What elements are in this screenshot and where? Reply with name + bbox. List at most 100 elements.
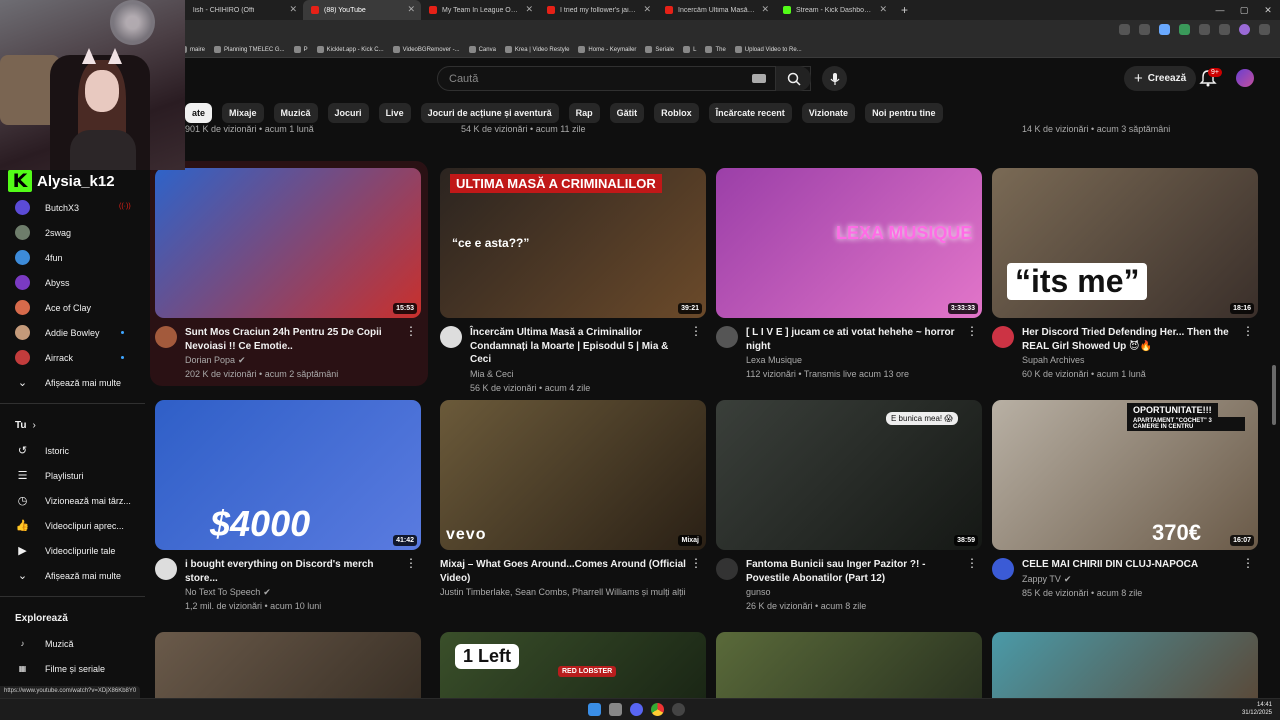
sidebar-item[interactable]: ◷ Vizionează mai târz... [0,488,145,513]
close-tab-icon[interactable]: ✕ [879,4,887,15]
video-thumbnail[interactable]: $4000 41:42 [155,400,421,550]
bookmark-item[interactable]: Planning TMELEC G... [214,46,285,53]
channel-name[interactable]: Justin Timberlake, Sean Combs, Pharrell … [440,587,686,597]
browser-tab[interactable]: (88) YouTube ✕ [303,0,421,20]
filter-chip[interactable]: Vizionate [801,103,856,123]
more-options-icon[interactable]: ⋮ [690,325,702,337]
more-options-icon[interactable]: ⋮ [405,325,417,337]
sidebar-subscription[interactable]: Ace of Clay [0,295,145,320]
extension-icon[interactable] [1219,24,1230,35]
profile-icon[interactable] [1239,24,1250,35]
video-thumbnail[interactable]: “its me” 18:16 [992,168,1258,318]
video-card[interactable]: LEXA MUSIQUE 3:33:33 [ L I V E ] jucam ce … [716,168,982,381]
search-box[interactable] [437,66,811,91]
keyboard-icon[interactable] [752,74,766,83]
bookmark-item[interactable]: Canva [468,46,496,53]
extension-icon[interactable] [1139,24,1150,35]
bookmark-item[interactable]: Kicklet.app - Kick C... [316,46,384,53]
video-thumbnail[interactable]: LEXA MUSIQUE 3:33:33 [716,168,982,318]
bookmark-item[interactable]: L [683,46,696,53]
channel-name[interactable]: Zappy TV [1022,574,1061,584]
channel-avatar[interactable] [716,326,738,348]
extension-icon[interactable] [1199,24,1210,35]
video-title[interactable]: i bought everything on Discord's merch s… [185,558,421,585]
channel-name[interactable]: Lexa Musique [746,355,802,365]
video-title[interactable]: Mixaj – What Goes Around...Comes Around … [440,558,706,585]
more-options-icon[interactable]: ⋮ [1242,557,1254,569]
channel-avatar[interactable] [992,558,1014,580]
video-card[interactable]: vevo Mixaj Mixaj – What Goes Around...Come… [440,400,706,599]
channel-avatar[interactable] [716,558,738,580]
video-card[interactable]: ULTIMA MASĂ A CRIMINALILOR “ce e asta??” 3… [440,168,706,395]
bookmark-item[interactable]: Krea | Video Restyle [504,46,569,53]
filter-chip[interactable]: Mixaje [222,103,264,123]
sidebar-subscription[interactable]: 2swag [0,220,145,245]
star-icon[interactable] [1159,24,1170,35]
filter-chip[interactable]: Gătit [609,103,645,123]
sidebar-item[interactable]: ♪ Muzică [0,631,145,656]
channel-name[interactable]: gunso [746,587,771,597]
channel-name[interactable]: Mia & Ceci [470,369,514,379]
filter-chip[interactable]: Rap [568,103,600,123]
filter-chip[interactable]: Noi pentru tine [865,103,943,123]
close-tab-icon[interactable]: ✕ [407,4,415,15]
bookmark-item[interactable]: Seriale [645,46,674,53]
sidebar-item[interactable]: ☰ Playlisturi [0,463,145,488]
sidebar-subscription[interactable]: Addie Bowley [0,320,145,345]
filter-chip[interactable]: Jocuri [327,103,369,123]
channel-avatar[interactable] [992,326,1014,348]
filter-chip[interactable]: Încărcate recent [708,103,792,123]
video-card[interactable] [155,632,421,698]
extension-icon[interactable] [1179,24,1190,35]
browser-tab[interactable]: Încercăm Ultima Masă a Crimin ✕ [657,0,775,20]
account-avatar[interactable] [1236,69,1254,87]
address-bar[interactable] [0,20,1280,42]
more-options-icon[interactable]: ⋮ [405,557,417,569]
more-options-icon[interactable]: ⋮ [1242,325,1254,337]
browser-tab[interactable]: I tried my follower's jail-worthy ✕ [539,0,657,20]
windows-start-icon[interactable] [588,703,601,716]
discord-icon[interactable] [630,703,643,716]
video-thumbnail[interactable]: ULTIMA MASĂ A CRIMINALILOR “ce e asta??” 3… [440,168,706,318]
show-more-button[interactable]: ⌄ Afișează mai multe [0,563,145,588]
channel-avatar[interactable] [155,558,177,580]
video-title[interactable]: Fantoma Bunicii sau Inger Pazitor ?! - P… [746,558,982,585]
channel-name[interactable]: No Text To Speech [185,587,260,597]
sidebar-item[interactable]: ↺ Istoric [0,438,145,463]
channel-avatar[interactable] [155,326,177,348]
extension-icon[interactable] [1119,24,1130,35]
video-title[interactable]: CELE MAI CHIRII DIN CLUJ-NAPOCA [1022,558,1258,572]
browser-tab[interactable]: lish - CHIHIRO (Offi ✕ [185,0,303,20]
close-tab-icon[interactable]: ✕ [761,4,769,15]
video-thumbnail[interactable] [992,632,1258,698]
close-tab-icon[interactable]: ✕ [525,4,533,15]
video-title[interactable]: Sunt Mos Craciun 24h Pentru 25 De Copii … [185,326,421,353]
sidebar-item[interactable]: ▶ Videoclipurile tale [0,538,145,563]
sidebar-item[interactable]: 👍 Videoclipuri aprec... [0,513,145,538]
filter-chip[interactable]: Jocuri de acțiune și aventură [420,103,559,123]
more-options-icon[interactable]: ⋮ [966,325,978,337]
video-title[interactable]: Her Discord Tried Defending Her... Then … [1022,326,1258,353]
video-thumbnail[interactable]: 15:53 [155,168,421,318]
filter-chip[interactable]: Live [378,103,411,123]
maximize-icon[interactable]: ▢ [1232,0,1256,20]
video-thumbnail[interactable]: vevo Mixaj [440,400,706,550]
minimize-icon[interactable]: — [1208,0,1232,20]
file-explorer-icon[interactable] [609,703,622,716]
filter-chip[interactable]: Roblox [654,103,699,123]
voice-search-button[interactable] [822,66,847,91]
channel-avatar[interactable] [440,326,462,348]
video-title[interactable]: [ L I V E ] jucam ce ati votat hehehe ~ … [746,326,982,353]
close-window-icon[interactable]: ✕ [1256,0,1280,20]
video-card[interactable]: 1 Left RED LOBSTER [440,632,706,698]
video-card[interactable] [716,632,982,698]
video-card[interactable]: 15:53 Sunt Mos Craciun 24h Pentru 25 De C… [155,168,421,381]
new-tab-icon[interactable]: + [893,3,916,17]
video-card[interactable]: $4000 41:42 i bought everything on Discord… [155,400,421,613]
video-thumbnail[interactable]: E bunica mea! 😱 38:59 [716,400,982,550]
more-options-icon[interactable]: ⋮ [690,557,702,569]
you-section-header[interactable]: Tu › [0,412,145,438]
create-button[interactable]: + Creează [1124,66,1197,91]
more-options-icon[interactable]: ⋮ [966,557,978,569]
video-thumbnail[interactable] [155,632,421,698]
